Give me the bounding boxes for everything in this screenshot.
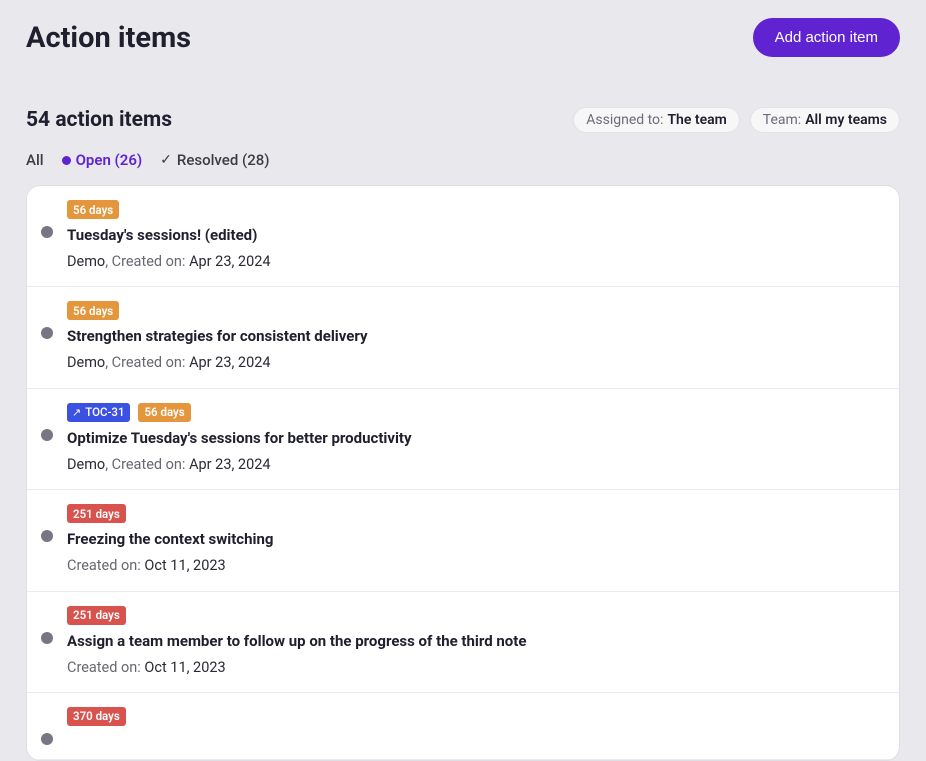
link-icon: ↗ [72,407,81,418]
created-on-label: Created on: [112,456,186,473]
add-action-item-button[interactable]: Add action item [753,18,900,57]
item-created-date: Apr 23, 2024 [189,456,270,473]
item-title: Strengthen strategies for consistent del… [67,326,368,347]
link-chip-label: TOC-31 [85,404,124,420]
tab-open[interactable]: Open (26) [62,151,143,169]
status-dot-icon [41,429,53,441]
list-item[interactable]: 56 days Strengthen strategies for consist… [27,287,899,388]
age-badge: 370 days [67,707,126,726]
item-team-label: Demo [67,354,105,371]
item-created-date: Apr 23, 2024 [189,253,270,270]
tab-resolved-label: Resolved (28) [177,151,270,169]
item-meta: Demo, Created on: Apr 23, 2024 [67,353,368,373]
item-meta: Demo, Created on: Apr 23, 2024 [67,455,412,475]
tab-all[interactable]: All [26,151,44,169]
item-meta: Demo, Created on: Apr 23, 2024 [67,252,271,272]
assigned-filter-label: Assigned to: [586,112,663,128]
team-filter-value: All my teams [805,112,887,128]
age-badge: 56 days [67,200,119,219]
list-item[interactable]: 251 days Freezing the context switching Cr… [27,490,899,591]
item-title: Freezing the context switching [67,529,273,550]
list-item[interactable]: 251 days Assign a team member to follow u… [27,592,899,693]
created-on-label: Created on: [112,354,186,371]
list-item[interactable]: 370 days [27,693,899,760]
item-created-date: Oct 11, 2023 [144,659,225,676]
item-title: Tuesday's sessions! (edited) [67,225,271,246]
list-item[interactable]: ↗ TOC-31 56 days Optimize Tuesday's session… [27,389,899,490]
age-badge: 56 days [138,403,190,422]
action-items-list: 56 days Tuesday's sessions! (edited) Demo,… [26,185,900,761]
age-badge: 251 days [67,606,126,625]
check-icon: ✓ [160,153,172,167]
item-title: Assign a team member to follow up on the… [67,631,526,652]
status-dot-icon [41,733,53,745]
list-item[interactable]: 56 days Tuesday's sessions! (edited) Demo,… [27,186,899,287]
assigned-filter-value: The team [667,112,726,128]
status-dot-icon [41,530,53,542]
team-filter-label: Team: [763,112,801,128]
team-filter[interactable]: Team: All my teams [750,107,900,133]
item-title: Optimize Tuesday's sessions for better p… [67,428,412,449]
assigned-filter[interactable]: Assigned to: The team [573,107,740,133]
age-badge: 56 days [67,301,119,320]
created-on-label: Created on: [67,659,141,676]
created-on-label: Created on: [112,253,186,270]
tab-resolved[interactable]: ✓ Resolved (28) [160,151,269,169]
open-dot-icon [62,156,71,165]
item-team-label: Demo [67,456,105,473]
status-dot-icon [41,226,53,238]
page-title: Action items [26,21,191,55]
status-dot-icon [41,327,53,339]
count-summary: 54 action items [26,108,172,132]
item-created-date: Apr 23, 2024 [189,354,270,371]
created-on-label: Created on: [67,557,141,574]
item-meta: Created on: Oct 11, 2023 [67,556,273,576]
age-badge: 251 days [67,504,126,523]
link-chip[interactable]: ↗ TOC-31 [67,403,130,422]
item-meta: Created on: Oct 11, 2023 [67,658,526,678]
item-created-date: Oct 11, 2023 [144,557,225,574]
item-team-label: Demo [67,253,105,270]
tab-open-label: Open (26) [76,151,143,169]
status-dot-icon [41,632,53,644]
